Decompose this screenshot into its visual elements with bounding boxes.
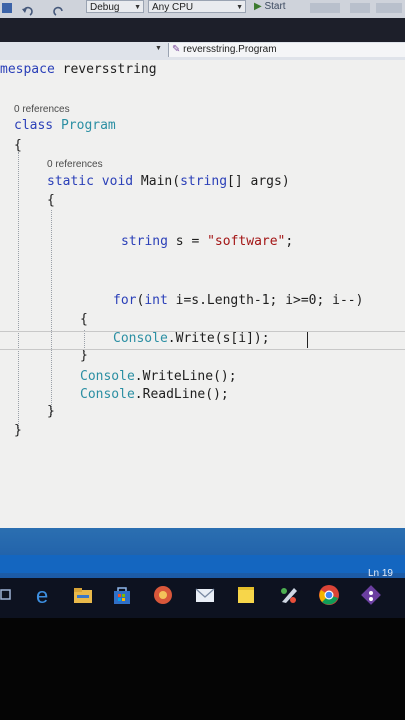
platform-value: Any CPU xyxy=(152,2,194,13)
sticky-notes-icon[interactable] xyxy=(235,584,257,606)
screen-bezel xyxy=(0,618,405,720)
code-line-brace: { xyxy=(80,312,88,327)
class-name: Console xyxy=(80,387,135,402)
namespace-name: reversstring xyxy=(54,62,157,77)
file-explorer-icon[interactable] xyxy=(72,584,94,606)
keyword: int xyxy=(144,293,168,308)
start-label: Start xyxy=(264,1,286,12)
code-line-class: class Program xyxy=(14,118,116,133)
code-line-brace: } xyxy=(14,423,22,438)
indent-guide xyxy=(18,152,19,432)
keyword: string xyxy=(180,174,228,189)
keyword: mespace xyxy=(0,62,55,77)
svg-text:e: e xyxy=(36,584,48,606)
code-line-brace: } xyxy=(80,348,88,363)
code-line-for: for(int i=s.Length-1; i>=0; i--) xyxy=(113,293,363,308)
code-line-readline: Console.ReadLine(); xyxy=(80,387,229,402)
keyword: string xyxy=(121,234,168,249)
code-line-writeline: Console.WriteLine(); xyxy=(80,369,237,384)
task-view-icon[interactable] xyxy=(0,584,14,606)
method-signature: Main( xyxy=(133,174,181,189)
toolbar-icon[interactable] xyxy=(310,3,340,13)
configuration-dropdown[interactable]: Debug ▼ xyxy=(86,0,144,13)
declaration-text: s = xyxy=(167,234,208,249)
code-line-brace: { xyxy=(47,193,55,208)
indent-guide xyxy=(51,210,52,415)
toolbar: Debug ▼ Any CPU ▼ ▶ Start xyxy=(0,0,405,18)
platform-dropdown[interactable]: Any CPU ▼ xyxy=(148,0,246,13)
keyword: void xyxy=(93,174,134,189)
class-selector-value: reversstring.Program xyxy=(183,44,277,55)
keyword: static xyxy=(47,174,94,189)
toolbar-icon[interactable] xyxy=(376,3,402,13)
code-line-namespace: mespace reversstring xyxy=(0,62,157,77)
class-name: Console xyxy=(80,369,135,384)
undo-icon[interactable] xyxy=(22,3,36,16)
mail-icon[interactable] xyxy=(194,584,216,606)
text-caret xyxy=(307,332,308,348)
status-bar-strip xyxy=(0,555,405,573)
writeline-call: .WriteLine(); xyxy=(134,369,237,384)
toolbar-icon[interactable] xyxy=(2,3,12,13)
edge-icon[interactable]: e xyxy=(33,583,55,608)
paint-icon[interactable] xyxy=(278,584,300,606)
redo-icon[interactable] xyxy=(50,3,64,16)
class-name: Program xyxy=(53,118,116,133)
code-line-main: static void Main(string[] args) xyxy=(47,174,290,189)
code-lens-references[interactable]: 0 references xyxy=(47,159,103,170)
class-selector[interactable]: ✎ reversstring.Program xyxy=(168,43,405,57)
start-icon: ▶ xyxy=(254,1,265,12)
chevron-down-icon: ▼ xyxy=(134,4,141,11)
readline-call: .ReadLine(); xyxy=(134,387,229,402)
for-clause: i=s.Length-1; i>=0; i--) xyxy=(167,293,364,308)
keyword: class xyxy=(14,118,54,133)
window-gap xyxy=(0,18,405,42)
chrome-icon[interactable] xyxy=(318,584,340,606)
code-line-brace: } xyxy=(47,404,55,419)
string-literal: "software" xyxy=(207,234,286,249)
toolbar-icon[interactable] xyxy=(350,3,370,13)
semicolon: ; xyxy=(285,234,294,249)
code-line-declaration: string s = "software"; xyxy=(121,234,293,249)
store-icon[interactable] xyxy=(111,584,133,606)
code-lens-references[interactable]: 0 references xyxy=(14,104,70,115)
git-icon[interactable] xyxy=(360,584,382,606)
code-line-brace: { xyxy=(14,138,22,153)
chevron-down-icon[interactable]: ▼ xyxy=(155,45,162,52)
chevron-down-icon: ▼ xyxy=(236,4,243,11)
configuration-value: Debug xyxy=(90,2,120,13)
app-icon[interactable] xyxy=(152,584,174,606)
method-params: [] args) xyxy=(227,174,290,189)
class-icon: ✎ xyxy=(172,44,181,55)
code-editor[interactable]: mespace reversstring 0 references class … xyxy=(0,60,405,528)
keyword: for xyxy=(113,293,137,308)
current-line-highlight xyxy=(0,331,405,350)
start-button[interactable]: ▶ Start xyxy=(254,0,286,13)
